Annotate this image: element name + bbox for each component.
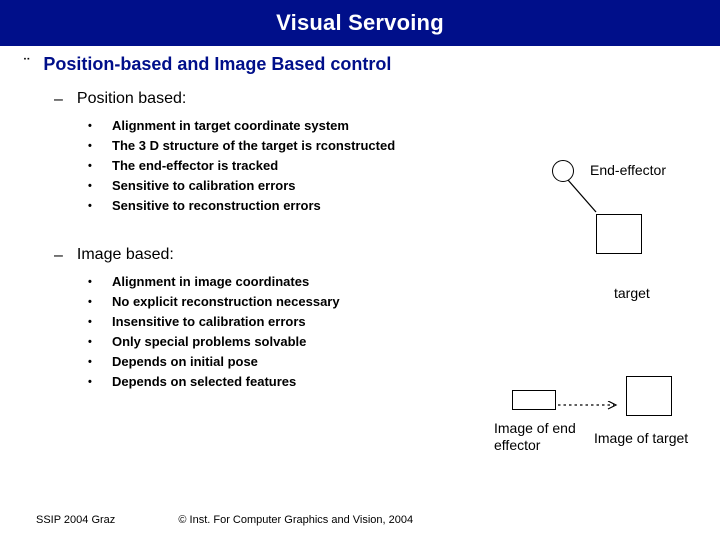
dot-bullet-icon: • bbox=[88, 136, 94, 156]
dash-bullet-icon: – bbox=[54, 90, 63, 110]
list-item-text: Depends on initial pose bbox=[112, 352, 258, 372]
target-label: target bbox=[614, 285, 650, 301]
image-target-box bbox=[626, 376, 672, 416]
list-item-text: Alignment in target coordinate system bbox=[112, 116, 349, 136]
list-item-text: Sensitive to reconstruction errors bbox=[112, 196, 321, 216]
list-item: • Alignment in image coordinates bbox=[88, 272, 696, 292]
main-heading-row: ¨ Position-based and Image Based control bbox=[24, 54, 696, 76]
image-target-label: Image of target bbox=[594, 430, 688, 446]
image-end-effector-box bbox=[512, 390, 556, 410]
dot-bullet-icon: • bbox=[88, 312, 94, 332]
list-item-text: Alignment in image coordinates bbox=[112, 272, 309, 292]
dot-bullet-icon: • bbox=[88, 352, 94, 372]
end-effector-label: End-effector bbox=[590, 162, 666, 178]
list-item: • Alignment in target coordinate system bbox=[88, 116, 696, 136]
footer: SSIP 2004 Graz © Inst. For Computer Grap… bbox=[36, 514, 696, 526]
dot-bullet-icon: • bbox=[88, 196, 94, 216]
list-item: • Depends on selected features bbox=[88, 372, 696, 392]
dot-bullet-icon: • bbox=[88, 272, 94, 292]
list-item-text: Only special problems solvable bbox=[112, 332, 306, 352]
list-item-text: Depends on selected features bbox=[112, 372, 296, 392]
dot-bullet-icon: • bbox=[88, 116, 94, 136]
list-item: • Only special problems solvable bbox=[88, 332, 696, 352]
list-item-text: No explicit reconstruction necessary bbox=[112, 292, 340, 312]
dash-bullet-icon: – bbox=[54, 246, 63, 266]
end-effector-circle bbox=[552, 160, 574, 182]
list-item: • No explicit reconstruction necessary bbox=[88, 292, 696, 312]
image-end-effector-label: Image of end effector bbox=[494, 420, 576, 454]
footer-center: © Inst. For Computer Graphics and Vision… bbox=[178, 514, 413, 526]
list-item-text: The end-effector is tracked bbox=[112, 156, 278, 176]
image-based-list: • Alignment in image coordinates • No exp… bbox=[88, 272, 696, 392]
dot-bullet-icon: • bbox=[88, 372, 94, 392]
diamond-bullet-icon: ¨ bbox=[24, 54, 29, 76]
list-item: • The 3 D structure of the target is rcon… bbox=[88, 136, 696, 156]
subheading-position-based: – Position based: bbox=[54, 90, 696, 110]
list-item: • Insensitive to calibration errors bbox=[88, 312, 696, 332]
list-item-text: Insensitive to calibration errors bbox=[112, 312, 306, 332]
title-bar: Visual Servoing bbox=[0, 0, 720, 46]
main-heading: Position-based and Image Based control bbox=[43, 54, 391, 75]
dot-bullet-icon: • bbox=[88, 176, 94, 196]
diagonal-line bbox=[568, 180, 604, 216]
dot-bullet-icon: • bbox=[88, 292, 94, 312]
footer-left: SSIP 2004 Graz bbox=[36, 514, 115, 526]
list-item-text: Sensitive to calibration errors bbox=[112, 176, 296, 196]
target-box bbox=[596, 214, 642, 254]
list-item-text: The 3 D structure of the target is rcons… bbox=[112, 136, 395, 156]
dot-bullet-icon: • bbox=[88, 332, 94, 352]
subheading-text: Position based: bbox=[77, 90, 186, 108]
list-item: • Depends on initial pose bbox=[88, 352, 696, 372]
dotted-arrow-icon bbox=[558, 398, 628, 416]
subheading-text: Image based: bbox=[77, 246, 174, 264]
slide-title: Visual Servoing bbox=[276, 10, 444, 35]
dot-bullet-icon: • bbox=[88, 156, 94, 176]
slide: Visual Servoing ¨ Position-based and Ima… bbox=[0, 0, 720, 540]
